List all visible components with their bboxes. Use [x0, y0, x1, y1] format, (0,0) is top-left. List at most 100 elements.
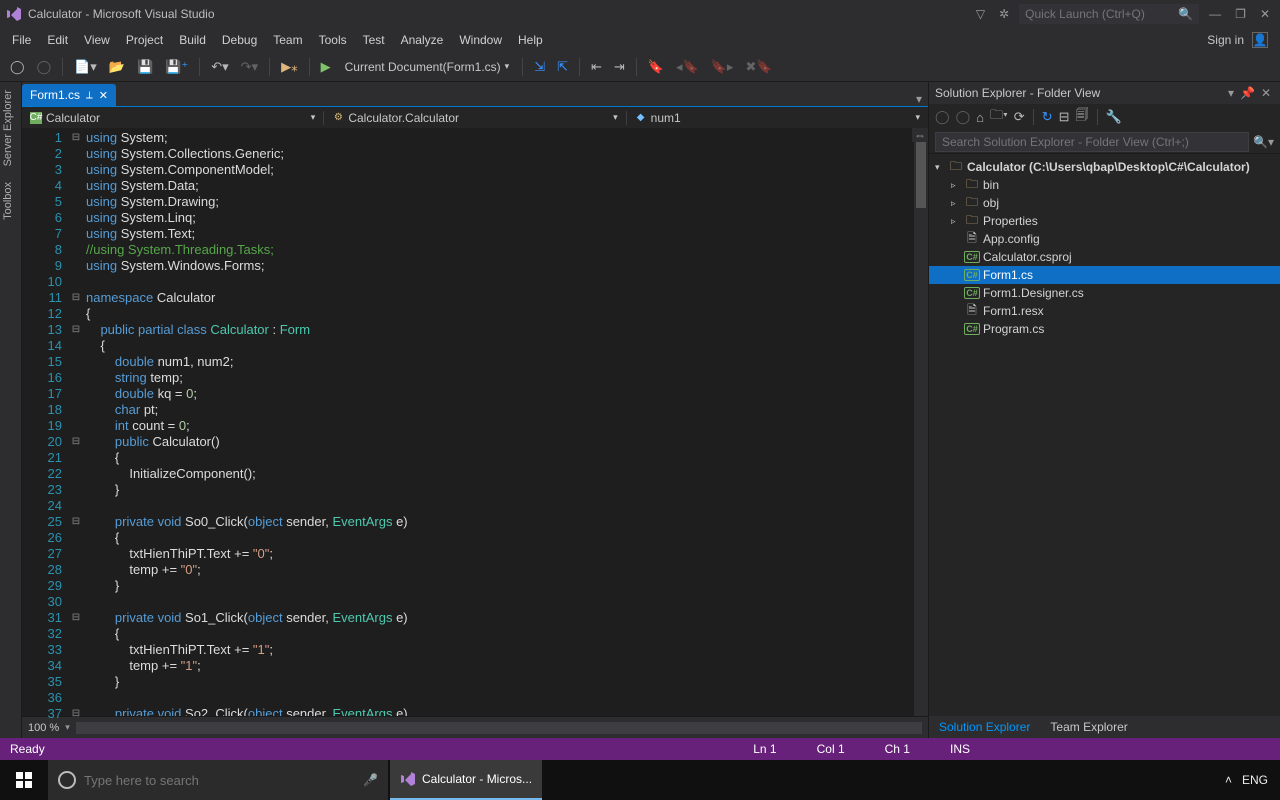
bookmark-icon[interactable]: 🔖 [644, 57, 668, 77]
tab-overflow-icon[interactable]: ▾ [916, 92, 922, 106]
taskbar-search-input[interactable] [84, 773, 355, 788]
clear-bookmarks-icon[interactable]: ✖🔖 [741, 57, 776, 77]
tray-chevron-icon[interactable]: ˄ [1225, 773, 1232, 787]
minimize-button[interactable]: — [1205, 7, 1225, 21]
step-into-icon[interactable]: ⇲ [530, 57, 549, 77]
taskbar-search[interactable]: 🎤 [48, 760, 388, 800]
status-ins: INS [950, 742, 970, 756]
save-button[interactable]: 💾 [133, 57, 157, 77]
panel-close-icon[interactable]: ✕ [1258, 86, 1274, 100]
nav-member-dropdown[interactable]: ◆num1▾ [627, 111, 928, 125]
tree-item-app-config[interactable]: 🗎App.config [929, 230, 1280, 248]
attach-button[interactable]: ▶⁎ [277, 57, 302, 77]
tree-item-bin[interactable]: ▹🗀bin [929, 176, 1280, 194]
feedback-icon[interactable]: ✲ [995, 7, 1013, 21]
code-area[interactable]: using System;using System.Collections.Ge… [82, 128, 914, 716]
fold-column[interactable]: ⊟⊟⊟⊟⊟⊟⊟ [70, 128, 82, 716]
close-button[interactable]: ✕ [1256, 7, 1274, 21]
home-icon[interactable]: ⌂ [976, 110, 984, 125]
open-file-button[interactable]: 📂 [105, 57, 129, 77]
panel-bottom-tabs: Solution Explorer Team Explorer [929, 716, 1280, 738]
tree-item-obj[interactable]: ▹🗀obj [929, 194, 1280, 212]
redo-button[interactable]: ↷▾ [237, 57, 262, 77]
refresh-icon[interactable]: ↻ [1042, 109, 1053, 125]
menu-edit[interactable]: Edit [39, 30, 76, 50]
nav-project-dropdown[interactable]: C#Calculator▾ [22, 111, 324, 125]
prev-bookmark-icon[interactable]: ◂🔖 [672, 57, 703, 77]
user-icon[interactable]: 👤 [1252, 32, 1268, 48]
vs-logo-icon [6, 6, 22, 22]
tree-root[interactable]: ▾🗀Calculator (C:\Users\qbap\Desktop\C#\C… [929, 158, 1280, 176]
back-icon[interactable]: ◯ [935, 109, 950, 125]
taskbar-app-vs[interactable]: Calculator - Micros... [390, 760, 542, 800]
properties-icon[interactable]: 🔧 [1106, 109, 1122, 125]
outdent-icon[interactable]: ⇤ [587, 57, 606, 77]
code-editor[interactable]: 1234567891011121314151617181920212223242… [22, 128, 928, 716]
toolbox-tab[interactable]: Toolbox [0, 174, 16, 228]
tree-item-form1-resx[interactable]: 🗎Form1.resx [929, 302, 1280, 320]
menu-bar: FileEditViewProjectBuildDebugTeamToolsTe… [0, 28, 1280, 52]
save-all-button[interactable]: 💾⁺ [161, 57, 192, 77]
nav-forward-button[interactable]: ◯ [33, 57, 56, 77]
panel-pin-icon[interactable]: 📌 [1237, 86, 1258, 100]
quick-launch[interactable]: 🔍 [1019, 4, 1199, 24]
menu-view[interactable]: View [76, 30, 118, 50]
indent-icon[interactable]: ⇥ [610, 57, 629, 77]
notifications-icon[interactable]: ▽ [972, 7, 989, 21]
show-all-files-icon[interactable]: 🗐 [1076, 106, 1089, 128]
menu-analyze[interactable]: Analyze [393, 30, 452, 50]
start-button[interactable]: ▶ [317, 57, 335, 77]
solution-tree[interactable]: ▾🗀Calculator (C:\Users\qbap\Desktop\C#\C… [929, 154, 1280, 716]
menu-team[interactable]: Team [265, 30, 310, 50]
cortana-icon[interactable] [58, 771, 76, 789]
tree-item-form1-cs[interactable]: C#Form1.cs [929, 266, 1280, 284]
sign-in-link[interactable]: Sign in [1207, 33, 1244, 47]
horizontal-scrollbar[interactable] [76, 722, 922, 734]
menu-build[interactable]: Build [171, 30, 214, 50]
menu-tools[interactable]: Tools [311, 30, 355, 50]
solution-folder-switch-icon[interactable]: 🗀▾ [990, 106, 1008, 128]
solution-search-input[interactable] [935, 132, 1249, 152]
run-target-dropdown[interactable]: Current Document(Form1.cs)▾ [339, 60, 516, 74]
menu-help[interactable]: Help [510, 30, 551, 50]
step-over-icon[interactable]: ⇱ [553, 57, 572, 77]
document-tab-form1[interactable]: Form1.cs ⟂ ✕ [22, 84, 116, 106]
new-project-button[interactable]: 📄▾ [70, 57, 101, 77]
tree-item-properties[interactable]: ▹🗀Properties [929, 212, 1280, 230]
team-explorer-tab[interactable]: Team Explorer [1040, 717, 1137, 737]
nav-back-button[interactable]: ◯ [6, 57, 29, 77]
panel-dropdown-icon[interactable]: ▾ [1225, 86, 1237, 100]
collapse-all-icon[interactable]: ⊟ [1059, 109, 1070, 125]
system-tray[interactable]: ˄ ENG [1213, 773, 1280, 787]
vertical-scrollbar[interactable] [914, 128, 928, 716]
quick-launch-input[interactable] [1025, 7, 1174, 21]
maximize-button[interactable]: ❐ [1231, 7, 1250, 21]
start-button[interactable] [0, 772, 48, 788]
nav-class-dropdown[interactable]: ⚙Calculator.Calculator▾ [324, 111, 626, 125]
tray-lang[interactable]: ENG [1242, 773, 1268, 787]
next-bookmark-icon[interactable]: 🔖▸ [707, 57, 738, 77]
menu-test[interactable]: Test [355, 30, 393, 50]
solution-search[interactable]: 🔍▾ [929, 130, 1280, 154]
pin-icon[interactable]: ⟂ [86, 90, 93, 101]
sync-icon[interactable]: ⟳ [1014, 109, 1025, 125]
zoom-dropdown-icon[interactable]: ▾ [65, 722, 70, 733]
zoom-level[interactable]: 100 % [28, 722, 59, 734]
close-tab-icon[interactable]: ✕ [99, 89, 108, 102]
menu-debug[interactable]: Debug [214, 30, 265, 50]
search-icon[interactable]: 🔍▾ [1253, 135, 1274, 149]
menu-window[interactable]: Window [451, 30, 510, 50]
server-explorer-tab[interactable]: Server Explorer [0, 82, 16, 174]
search-icon[interactable]: 🔍 [1178, 7, 1193, 21]
tree-item-form1-designer-cs[interactable]: C#Form1.Designer.cs [929, 284, 1280, 302]
menu-project[interactable]: Project [118, 30, 171, 50]
mic-icon[interactable]: 🎤 [363, 773, 378, 787]
forward-icon[interactable]: ◯ [956, 109, 971, 125]
menu-file[interactable]: File [4, 30, 39, 50]
undo-button[interactable]: ↶▾ [207, 57, 232, 77]
solution-explorer-tab[interactable]: Solution Explorer [929, 717, 1040, 737]
tree-item-program-cs[interactable]: C#Program.cs [929, 320, 1280, 338]
tree-item-calculator-csproj[interactable]: C#Calculator.csproj [929, 248, 1280, 266]
left-tool-tabs: Server Explorer Toolbox [0, 82, 22, 738]
split-icon[interactable]: ⇔ [912, 128, 928, 142]
